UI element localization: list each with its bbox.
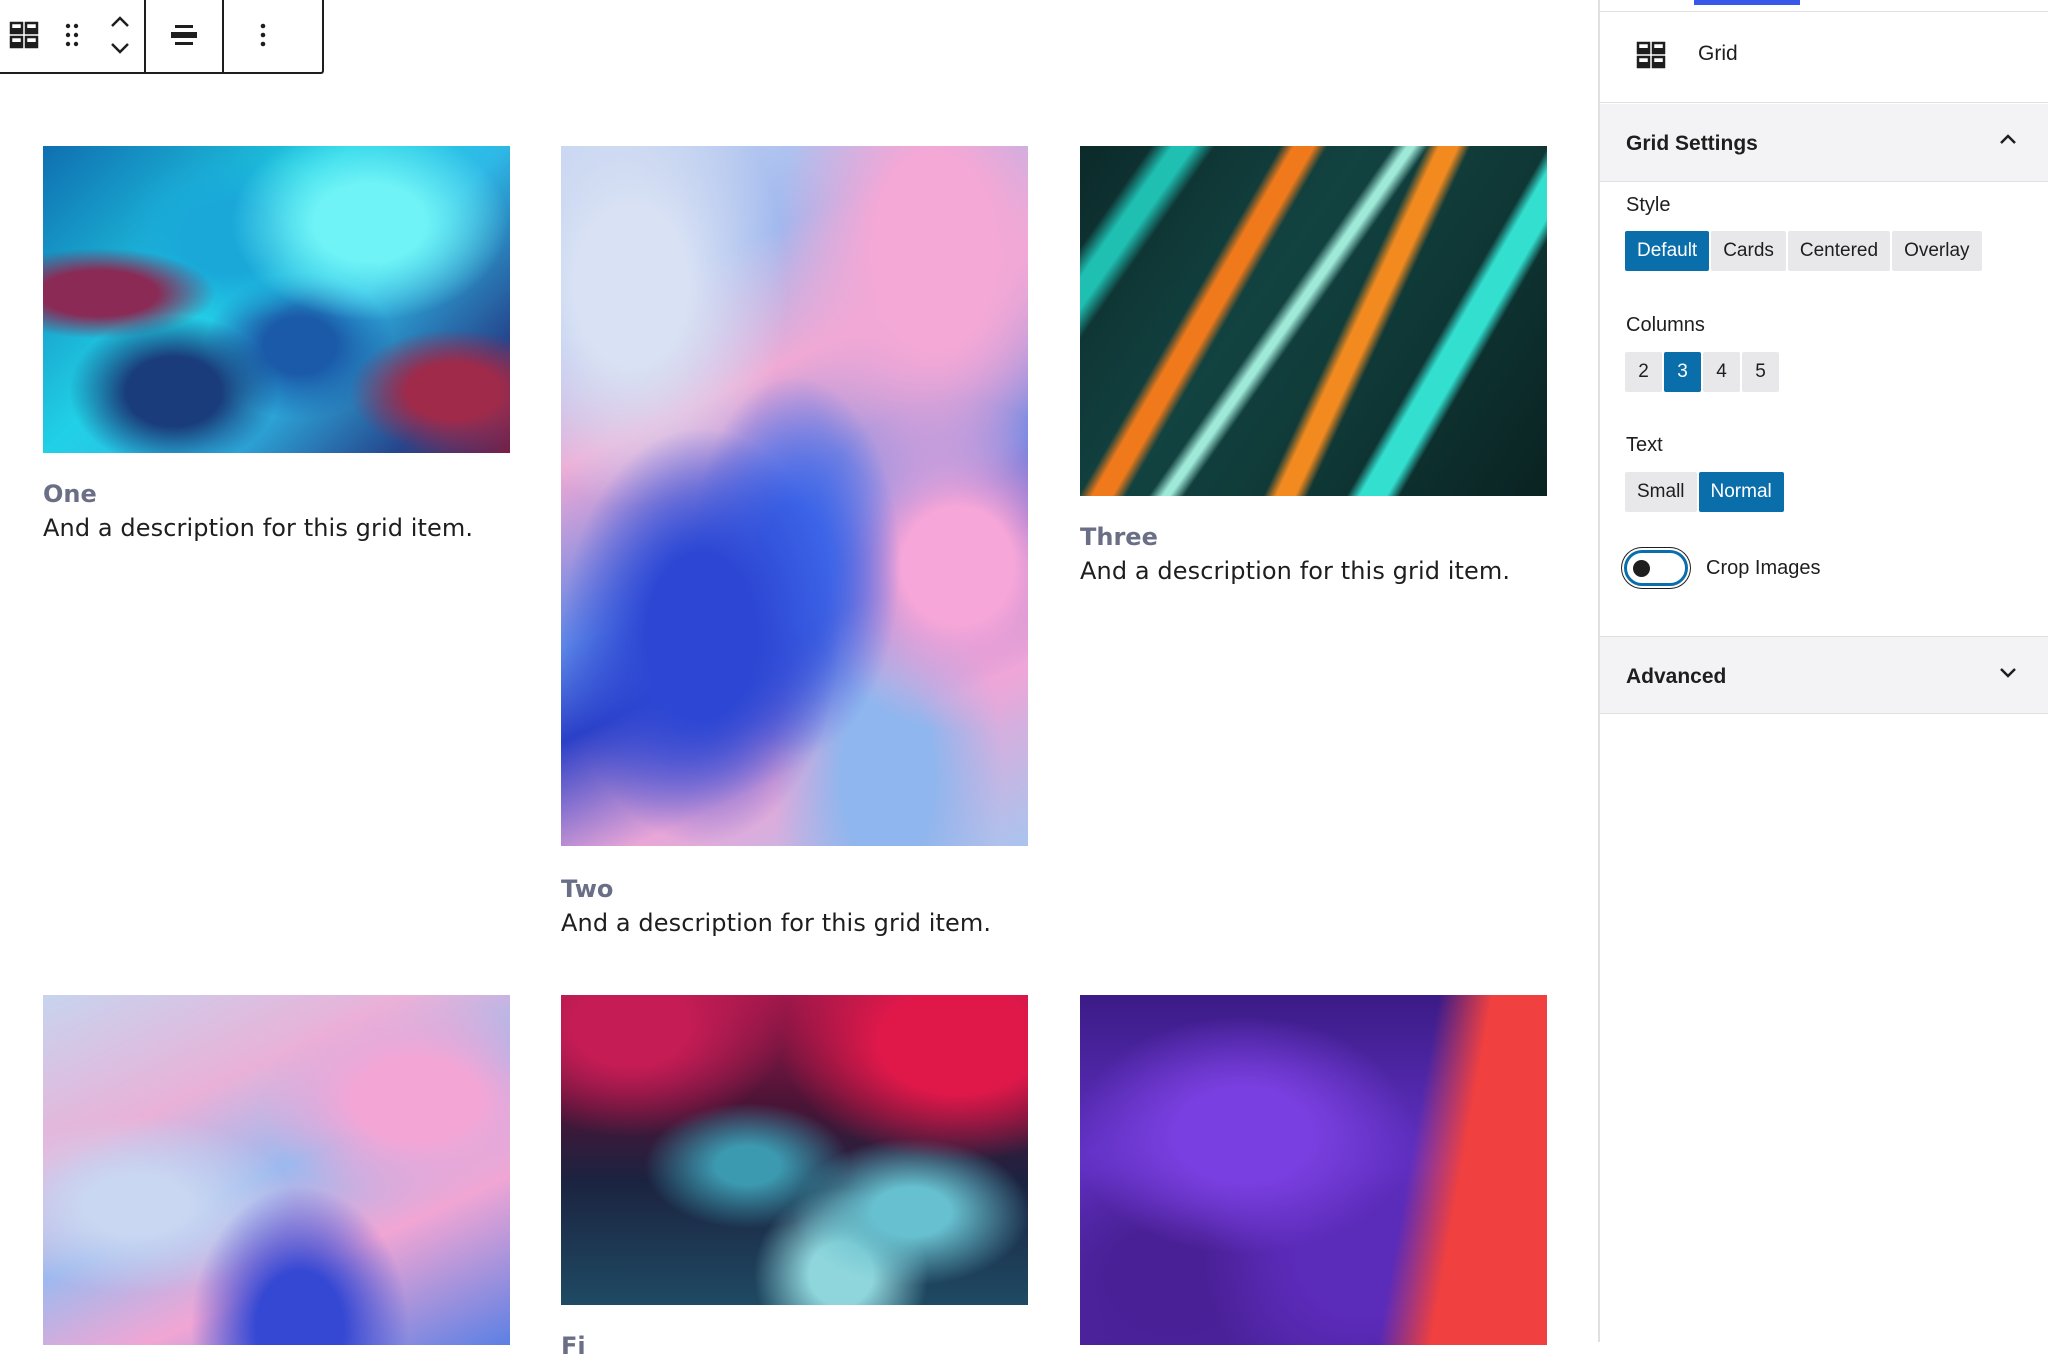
style-default-button[interactable]: Default: [1625, 231, 1710, 271]
grid-item-title: One: [43, 480, 97, 508]
grid-item[interactable]: Fi: [561, 995, 1028, 1361]
block-card: Grid: [1600, 12, 2048, 103]
columns-2-button[interactable]: 2: [1625, 352, 1662, 392]
active-tab-indicator: [1694, 0, 1800, 5]
move-up-down-button[interactable]: [96, 0, 144, 72]
drag-handle-icon: [65, 23, 79, 47]
grid-item[interactable]: Three And a description for this grid it…: [1080, 146, 1547, 588]
panel-title: Grid Settings: [1626, 132, 1758, 155]
grid-item-image: [43, 146, 510, 453]
text-size-button-group: Small Normal: [1625, 472, 1784, 512]
grid-icon: [1636, 41, 1666, 69]
grid-icon: [9, 21, 39, 49]
columns-3-button[interactable]: 3: [1664, 352, 1701, 392]
toolbar-group-align: [146, 0, 224, 72]
chevron-up-icon: [2000, 134, 2016, 144]
grid-item-title: Three: [1080, 523, 1158, 551]
grid-item[interactable]: [1080, 995, 1547, 1345]
grid-item[interactable]: Two And a description for this grid item…: [561, 146, 1028, 940]
toolbar-group-block: [0, 0, 146, 72]
block-name: Grid: [1698, 42, 1738, 65]
grid-item[interactable]: [43, 995, 510, 1345]
text-small-button[interactable]: Small: [1625, 472, 1697, 512]
toggle-knob: [1633, 560, 1650, 577]
style-overlay-button[interactable]: Overlay: [1892, 231, 1982, 271]
grid-item-description: And a description for this grid item.: [1080, 557, 1511, 585]
advanced-panel-toggle[interactable]: Advanced: [1600, 636, 2048, 714]
align-icon: [171, 25, 197, 45]
columns-5-button[interactable]: 5: [1742, 352, 1779, 392]
panel-title: Advanced: [1626, 665, 1727, 688]
style-button-group: Default Cards Centered Overlay: [1625, 231, 1982, 271]
more-options-button[interactable]: [224, 0, 302, 72]
style-cards-button[interactable]: Cards: [1711, 231, 1786, 271]
text-label: Text: [1626, 434, 1663, 456]
settings-sidebar: Grid Grid Settings Style Default Cards C…: [1598, 0, 2048, 1342]
grid-item-image: [1080, 146, 1547, 496]
columns-label: Columns: [1626, 314, 1705, 336]
editor-canvas: One And a description for this grid item…: [0, 0, 1598, 1360]
grid-item-title: Two: [561, 875, 614, 903]
crop-images-control: Crop Images: [1624, 550, 1821, 586]
chevron-down-icon: [2000, 668, 2016, 678]
grid-item-description: And a description for this grid item.: [43, 514, 474, 542]
grid-item-image: [561, 146, 1028, 846]
crop-images-toggle[interactable]: [1624, 550, 1688, 586]
more-vertical-icon: [260, 23, 266, 47]
chevron-up-down-icon: [111, 16, 129, 54]
crop-images-label: Crop Images: [1706, 556, 1821, 579]
grid-item-image: [43, 995, 510, 1345]
columns-4-button[interactable]: 4: [1703, 352, 1740, 392]
style-centered-button[interactable]: Centered: [1787, 231, 1891, 271]
grid-item-image: [1080, 995, 1547, 1345]
grid-item-title: Fi: [561, 1332, 586, 1360]
style-label: Style: [1626, 194, 1671, 216]
block-type-button[interactable]: [0, 0, 48, 72]
toolbar-group-more: [224, 0, 302, 72]
grid-item[interactable]: One And a description for this grid item…: [43, 146, 510, 545]
block-toolbar: [0, 0, 324, 74]
drag-handle-button[interactable]: [48, 0, 96, 72]
columns-button-group: 2 3 4 5: [1625, 352, 1779, 392]
grid-settings-panel-toggle[interactable]: Grid Settings: [1600, 104, 2048, 182]
align-button[interactable]: [146, 0, 222, 72]
grid-item-description: And a description for this grid item.: [561, 909, 992, 937]
text-normal-button[interactable]: Normal: [1698, 472, 1784, 512]
grid-item-image: [561, 995, 1028, 1305]
